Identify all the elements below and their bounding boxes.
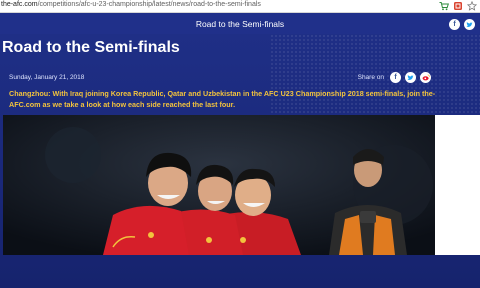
article-date: Sunday, January 21, 2018 (9, 74, 85, 81)
url-domain: the-afc.com (1, 1, 38, 8)
article-title: Road to the Semi-finals (2, 39, 180, 56)
url-text[interactable]: the-afc.com/competitions/afc-u-23-champi… (1, 1, 261, 8)
header-title: Road to the Semi-finals (195, 19, 285, 29)
share-facebook-icon[interactable]: f (390, 72, 401, 83)
players-celebrating-image (3, 115, 435, 255)
article-photo (3, 115, 435, 255)
article-lead: Changzhou: With Iraq joining Korea Repub… (9, 89, 436, 109)
share-label: Share on (357, 74, 384, 81)
extension-icon[interactable] (453, 1, 463, 11)
browser-address-bar[interactable]: the-afc.com/competitions/afc-u-23-champi… (0, 0, 480, 13)
star-icon[interactable] (467, 1, 477, 11)
share-twitter-icon[interactable] (405, 72, 416, 83)
facebook-icon[interactable]: f (449, 19, 460, 30)
url-path: /competitions/afc-u-23-championship/late… (37, 1, 261, 8)
site-header: Road to the Semi-finals f (0, 13, 480, 34)
cart-icon[interactable] (439, 1, 449, 11)
page-margin (435, 115, 480, 255)
twitter-icon[interactable] (464, 19, 475, 30)
share-bar: Share on f (358, 72, 431, 83)
share-weibo-icon[interactable] (420, 72, 431, 83)
